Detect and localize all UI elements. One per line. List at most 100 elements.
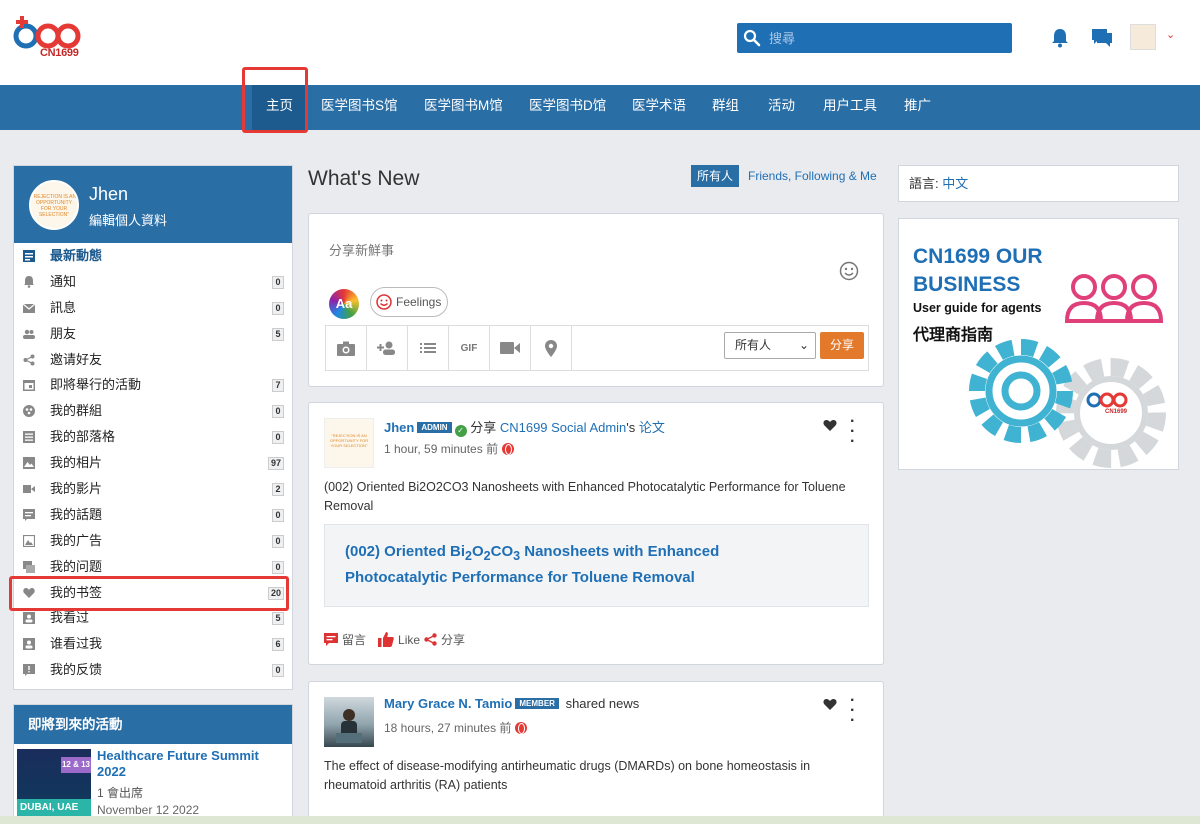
video-icon bbox=[23, 485, 35, 494]
post-possessive: 's bbox=[626, 420, 636, 435]
add-photo-button[interactable] bbox=[326, 326, 367, 370]
post-composer: 分享新鮮事 Aa Feelings GIF 所有人 ⌄ 分享 bbox=[308, 213, 884, 387]
like-button[interactable]: Like bbox=[378, 632, 420, 647]
nav-library-d[interactable]: 医学图书D馆 bbox=[515, 85, 620, 130]
more-options-icon[interactable]: · · · bbox=[850, 414, 855, 450]
location-button[interactable] bbox=[531, 326, 572, 370]
profile-avatar[interactable]: "REJECTION IS AN OPPORTUNITY FOR YOUR SE… bbox=[29, 180, 79, 230]
feelings-button[interactable]: Feelings bbox=[370, 287, 449, 317]
more-options-icon[interactable]: · · · bbox=[850, 693, 855, 729]
nav-library-s[interactable]: 医学图书S馆 bbox=[307, 85, 412, 130]
count-badge: 0 bbox=[272, 275, 284, 289]
language-value-link[interactable]: 中文 bbox=[942, 176, 968, 191]
sidebar-item-label: 即將舉行的活動 bbox=[50, 377, 142, 393]
sidebar-item-newsfeed[interactable]: 最新動態 bbox=[14, 243, 292, 269]
emoji-icon[interactable] bbox=[839, 261, 859, 281]
post-author-name[interactable]: Jhen bbox=[384, 420, 414, 435]
ad-icon bbox=[23, 534, 35, 547]
sidebar-item-label: 我的反馈 bbox=[50, 662, 103, 678]
sidebar-item-notifications[interactable]: 通知 0 bbox=[14, 269, 292, 295]
post-timestamp[interactable]: 18 hours, 27 minutes 前 bbox=[384, 719, 528, 736]
tag-friends-button[interactable] bbox=[367, 326, 408, 370]
nav-groups[interactable]: 群组 bbox=[698, 85, 753, 130]
link-preview-card[interactable]: (002) Oriented Bi2O2CO3 Nanosheets with … bbox=[324, 524, 869, 607]
profile-name[interactable]: Jhen bbox=[89, 184, 128, 205]
search-bar[interactable] bbox=[737, 23, 1012, 53]
profile-view-icon bbox=[23, 612, 35, 625]
sidebar-item-my-blog[interactable]: 我的部落格 0 bbox=[14, 424, 292, 450]
user-avatar-small[interactable] bbox=[1130, 24, 1156, 50]
business-ad-banner[interactable]: CN1699 OUR BUSINESS User guide for agent… bbox=[898, 218, 1179, 470]
topic-icon bbox=[23, 508, 35, 521]
feed-post: "REJECTION IS AN OPPORTUNITY FOR YOUR SE… bbox=[308, 402, 884, 665]
sidebar-item-my-topics[interactable]: 我的話題 0 bbox=[14, 502, 292, 528]
share-icon bbox=[424, 633, 437, 646]
sidebar-item-my-groups[interactable]: 我的群組 0 bbox=[14, 398, 292, 424]
post-timestamp[interactable]: 1 hour, 59 minutes 前 bbox=[384, 440, 515, 457]
status-input[interactable]: 分享新鮮事 bbox=[329, 240, 394, 259]
poll-button[interactable] bbox=[408, 326, 449, 370]
nav-user-tools[interactable]: 用户工具 bbox=[809, 85, 891, 130]
sidebar-item-friends[interactable]: 朋友 5 bbox=[14, 321, 292, 347]
search-input[interactable] bbox=[769, 30, 989, 46]
sidebar-item-my-videos[interactable]: 我的影片 2 bbox=[14, 476, 292, 502]
sidebar-item-my-ads[interactable]: 我的广告 0 bbox=[14, 528, 292, 554]
bookmark-heart-icon[interactable] bbox=[823, 419, 837, 432]
sidebar-item-invite-friends[interactable]: 邀请好友 bbox=[14, 347, 292, 373]
verified-icon: ✓ bbox=[454, 425, 467, 437]
text-style-button[interactable]: Aa bbox=[329, 289, 359, 319]
main-nav: 主页 医学图书S馆 医学图书M馆 医学图书D馆 医学术语 群组 活动 用户工具 … bbox=[0, 85, 1200, 130]
shared-type-link[interactable]: 论文 bbox=[639, 420, 665, 435]
sidebar-item-label: 朋友 bbox=[50, 325, 77, 341]
mail-icon bbox=[23, 303, 35, 313]
sidebar-item-who-viewed-me[interactable]: 谁看过我 6 bbox=[14, 631, 292, 657]
post-author-avatar[interactable] bbox=[324, 697, 374, 747]
event-thumbnail[interactable]: 12 & 13 DUBAI, UAE bbox=[17, 749, 91, 819]
nav-medical-terms[interactable]: 医学术语 bbox=[618, 85, 700, 130]
bookmark-heart-icon[interactable] bbox=[823, 698, 837, 711]
sidebar-item-label: 邀请好友 bbox=[50, 351, 103, 367]
globe-icon bbox=[502, 443, 515, 455]
messages-icon[interactable] bbox=[1091, 28, 1113, 48]
chevron-down-icon[interactable]: ⌄ bbox=[1166, 28, 1175, 41]
event-name-link[interactable]: Healthcare Future Summit 2022 bbox=[97, 748, 287, 780]
nav-events[interactable]: 活动 bbox=[754, 85, 809, 130]
sidebar-item-upcoming-events[interactable]: 即將舉行的活動 7 bbox=[14, 372, 292, 398]
privacy-select[interactable]: 所有人 ⌄ bbox=[724, 332, 816, 359]
globe-icon bbox=[515, 722, 528, 734]
share-button[interactable]: 分享 bbox=[424, 631, 465, 648]
sidebar-menu: 最新動態 通知 0 訊息 0 朋友 5 邀请好友 即將舉行的活動 7 我的群組 … bbox=[14, 243, 292, 683]
gif-button[interactable]: GIF bbox=[449, 326, 490, 370]
search-icon bbox=[743, 29, 761, 47]
count-badge: 2 bbox=[272, 483, 284, 497]
preview-title[interactable]: (002) Oriented Bi2O2CO3 Nanosheets with … bbox=[345, 541, 805, 588]
comment-icon bbox=[324, 633, 338, 646]
highlight-box-home bbox=[242, 67, 308, 133]
calendar-icon bbox=[23, 380, 35, 392]
add-video-button[interactable] bbox=[490, 326, 531, 370]
notification-bell-icon[interactable] bbox=[1051, 28, 1069, 48]
comment-button[interactable]: 留言 bbox=[324, 631, 366, 648]
sidebar-item-messages[interactable]: 訊息 0 bbox=[14, 295, 292, 321]
share-post-button[interactable]: 分享 bbox=[820, 332, 864, 359]
shared-user-link[interactable]: CN1699 Social Admin bbox=[500, 420, 626, 435]
filter-everyone-tab[interactable]: 所有人 bbox=[691, 165, 740, 187]
post-action: shared news bbox=[565, 696, 640, 711]
privacy-value: 所有人 bbox=[735, 338, 772, 352]
bottom-strip bbox=[0, 816, 1200, 824]
edit-profile-link[interactable]: 編輯個人資料 bbox=[89, 210, 167, 229]
sidebar-item-my-photos[interactable]: 我的相片 97 bbox=[14, 450, 292, 476]
nav-promote[interactable]: 推广 bbox=[890, 85, 945, 130]
count-badge: 5 bbox=[272, 327, 284, 341]
filter-friends-tab[interactable]: Friends, Following & Me bbox=[748, 169, 877, 183]
group-icon bbox=[23, 405, 35, 418]
post-author-name[interactable]: Mary Grace N. Tamio bbox=[384, 696, 512, 711]
sidebar-item-my-feedback[interactable]: 我的反馈 0 bbox=[14, 657, 292, 683]
nav-library-m[interactable]: 医学图书M馆 bbox=[410, 85, 517, 130]
count-badge: 5 bbox=[272, 612, 284, 626]
sidebar-item-label: 我的群組 bbox=[50, 403, 103, 419]
sidebar-item-label: 谁看过我 bbox=[50, 636, 103, 652]
count-badge: 0 bbox=[272, 534, 284, 548]
post-time-text: 1 hour, 59 minutes 前 bbox=[384, 442, 499, 456]
post-author-avatar[interactable]: "REJECTION IS AN OPPORTUNITY FOR YOUR SE… bbox=[324, 418, 374, 468]
